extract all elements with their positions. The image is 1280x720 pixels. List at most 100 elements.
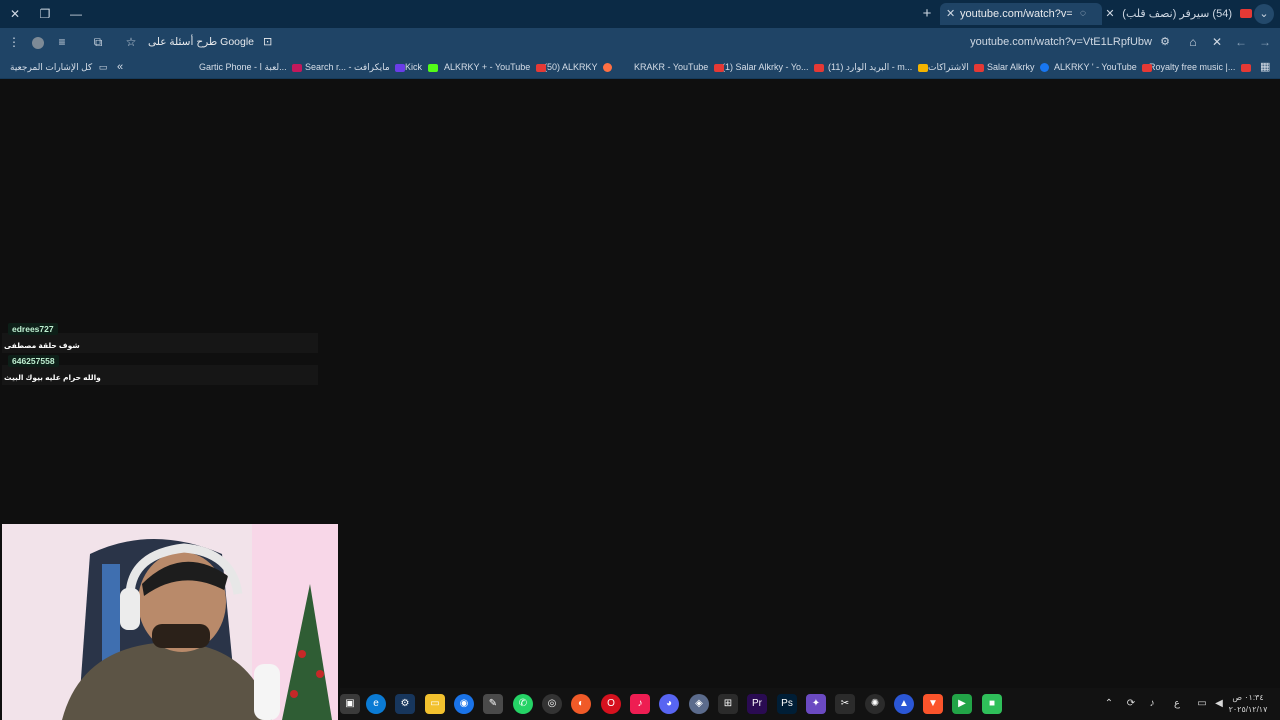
close-tab-icon[interactable]: ✕ bbox=[946, 3, 955, 25]
app-icon[interactable]: ◈ bbox=[689, 694, 709, 714]
gartic-favicon-icon bbox=[292, 63, 303, 72]
taskbar: ▣ e ⚙ ▭ ◉ ✎ ✆ ◎ ◐ O ♪ ◕ ◈ ⊞ Pr Ps ✦ ✂ ✺ … bbox=[340, 688, 1280, 720]
minecraft-icon[interactable]: ■ bbox=[982, 694, 1002, 714]
bookmark-label: البريد الوارد (11) - m... bbox=[828, 62, 913, 72]
settings-icon[interactable]: ✺ bbox=[865, 694, 885, 714]
bookmark-item[interactable]: (1) Salar Alkrky - Yo... bbox=[722, 58, 825, 76]
reading-list-icon[interactable]: ≡ bbox=[52, 32, 72, 52]
bookmark-item[interactable]: الاشتراكات bbox=[928, 58, 985, 76]
new-tab-button[interactable]: + bbox=[918, 4, 936, 24]
bookmark-label: KRAKR - YouTube bbox=[634, 62, 709, 72]
bookmark-item[interactable]: Gartic Phone - لعبة ا... bbox=[199, 58, 303, 76]
brave-icon[interactable]: ▼ bbox=[923, 694, 943, 714]
chat-message: edrees727 شوف حلقة مصطفى bbox=[2, 323, 318, 353]
chevron-up-icon[interactable]: ⌃ bbox=[1102, 696, 1116, 712]
task-view-icon[interactable]: ▣ bbox=[340, 694, 360, 714]
steam-icon[interactable]: ⚙ bbox=[395, 694, 415, 714]
chat-message: 646257558 والله حرام عليه بيوك البيث bbox=[2, 355, 318, 385]
youtube-favicon-icon bbox=[1240, 9, 1252, 18]
menu-kebab-icon[interactable]: ⋮ bbox=[4, 32, 24, 52]
app-icon[interactable]: ▶ bbox=[952, 694, 972, 714]
bookmark-item[interactable]: ALKRKY ' - YouTube bbox=[1054, 58, 1153, 76]
webcam-feed bbox=[2, 524, 338, 720]
bookmark-item[interactable]: ALKRKY + - YouTube bbox=[444, 58, 546, 76]
photoshop-icon[interactable]: Ps bbox=[777, 694, 797, 714]
kick-favicon-icon bbox=[427, 63, 438, 72]
tiktok-icon[interactable]: ♪ bbox=[630, 694, 650, 714]
youtube-favicon-icon bbox=[1240, 63, 1251, 72]
network-icon[interactable]: ▭ bbox=[1195, 696, 1209, 712]
bookmark-item[interactable]: Royalty free music |... bbox=[1149, 58, 1251, 76]
chat-username: 646257558 bbox=[8, 355, 59, 367]
youtube-favicon-icon bbox=[814, 63, 825, 72]
apps-grid-icon[interactable]: ▦ bbox=[1260, 58, 1270, 76]
app-icon[interactable]: ▲ bbox=[894, 694, 914, 714]
bookmark-label: Gartic Phone - لعبة ا... bbox=[199, 62, 287, 72]
youtube-favicon-icon bbox=[974, 63, 985, 72]
all-bookmarks-button[interactable]: كل الإشارات المرجعية ▭ bbox=[10, 58, 107, 76]
bookmark-item[interactable]: Salar Alkrky bbox=[987, 58, 1050, 76]
chat-text: شوف حلقة مصطفى bbox=[4, 341, 80, 350]
all-bookmarks-label: كل الإشارات المرجعية bbox=[10, 62, 93, 72]
stop-loading-icon[interactable]: ✕ bbox=[1207, 32, 1227, 52]
tab-youtube-active[interactable]: ✕ youtube.com/watch?v=VtE1LRpfUbw ◌ bbox=[940, 3, 1102, 25]
back-icon[interactable]: ← bbox=[1231, 32, 1251, 52]
lens-icon: ⊡ bbox=[262, 36, 273, 48]
bookmark-label: Salar Alkrky bbox=[987, 62, 1035, 72]
bookmarks-overflow-icon[interactable]: « bbox=[117, 58, 123, 76]
chrome-icon[interactable]: ◉ bbox=[454, 694, 474, 714]
close-tab-icon[interactable]: ✕ bbox=[1104, 4, 1116, 24]
site-settings-icon[interactable]: ⚙ bbox=[1160, 32, 1170, 52]
opera-icon[interactable]: O bbox=[601, 694, 621, 714]
forward-icon[interactable]: → bbox=[1255, 32, 1275, 52]
clock-time: ٠١:٣٤ ص bbox=[1232, 693, 1264, 702]
reddit-favicon-icon bbox=[602, 63, 612, 73]
bookmark-item[interactable]: Kick bbox=[405, 58, 438, 76]
bookmark-item[interactable]: البريد الوارد (11) - m... bbox=[828, 58, 928, 76]
whatsapp-icon[interactable]: ✆ bbox=[513, 694, 533, 714]
tab-label: youtube.com/watch?v=VtE1LRpfUbw bbox=[960, 8, 1072, 20]
bookmark-item[interactable]: Search r... - مايكرافت bbox=[305, 58, 406, 76]
bookmark-label: Royalty free music |... bbox=[1149, 62, 1236, 72]
tab-search-icon[interactable]: ⌄ bbox=[1254, 4, 1274, 24]
bookmark-label: ALKRKY + - YouTube bbox=[444, 62, 531, 72]
app-icon[interactable]: ⊞ bbox=[718, 694, 738, 714]
close-window-icon[interactable]: ✕ bbox=[4, 4, 26, 24]
profile-avatar-icon[interactable] bbox=[28, 32, 48, 52]
notepad-icon[interactable]: ✎ bbox=[483, 694, 503, 714]
clock[interactable]: ٠١:٣٤ ص ٢٠٢٥/١٢/١٧ bbox=[1228, 692, 1268, 716]
youtube-favicon-icon bbox=[713, 63, 724, 72]
obs-icon[interactable]: ◎ bbox=[542, 694, 562, 714]
discord-icon[interactable]: ◕ bbox=[659, 694, 679, 714]
premiere-icon[interactable]: Pr bbox=[747, 694, 767, 714]
volume-icon[interactable]: ◀ bbox=[1212, 696, 1226, 712]
tab-youtube-server[interactable]: (54) سيرفر (نصف قلب) الكارد ط... bbox=[1118, 3, 1254, 25]
bookmark-item[interactable]: (50) ALKRKY bbox=[544, 58, 612, 76]
loading-icon: ◌ bbox=[1080, 8, 1086, 19]
youtube-favicon-icon bbox=[535, 63, 546, 72]
extensions-icon[interactable]: ⧉ bbox=[88, 32, 108, 52]
minimize-window-icon[interactable]: — bbox=[65, 4, 87, 24]
edge-icon[interactable]: e bbox=[366, 694, 386, 714]
bookmarks-bar: كل الإشارات المرجعية ▭ « Royalty free mu… bbox=[0, 56, 1280, 79]
bookmark-star-icon[interactable]: ☆ bbox=[121, 32, 141, 52]
gmail-favicon-icon bbox=[917, 63, 928, 72]
capcut-icon[interactable]: ✂ bbox=[835, 694, 855, 714]
game-launcher-icon[interactable]: ✦ bbox=[806, 694, 826, 714]
file-explorer-icon[interactable]: ▭ bbox=[425, 694, 445, 714]
ask-google-button[interactable]: طرح أسئلة على Google ⊡ bbox=[148, 33, 272, 51]
youtube-favicon-icon bbox=[1142, 63, 1153, 72]
restore-window-icon[interactable]: ❐ bbox=[34, 4, 56, 24]
sync-icon[interactable]: ⟳ bbox=[1124, 696, 1138, 712]
bookmark-item[interactable]: KRAKR - YouTube bbox=[634, 58, 724, 76]
folder-icon: ▭ bbox=[98, 62, 108, 72]
language-indicator[interactable]: ع bbox=[1170, 696, 1184, 712]
origin-icon[interactable]: ◐ bbox=[571, 694, 591, 714]
curseforge-favicon-icon bbox=[395, 63, 406, 72]
address-bar[interactable]: youtube.com/watch?v=VtE1LRpfUbw ⚙ bbox=[780, 32, 1170, 52]
address-url: youtube.com/watch?v=VtE1LRpfUbw bbox=[970, 36, 1152, 48]
home-icon[interactable]: ⌂ bbox=[1183, 32, 1203, 52]
microphone-icon[interactable]: ♪ bbox=[1145, 696, 1159, 712]
chat-username: edrees727 bbox=[8, 323, 58, 335]
chat-text: والله حرام عليه بيوك البيث bbox=[4, 373, 101, 382]
